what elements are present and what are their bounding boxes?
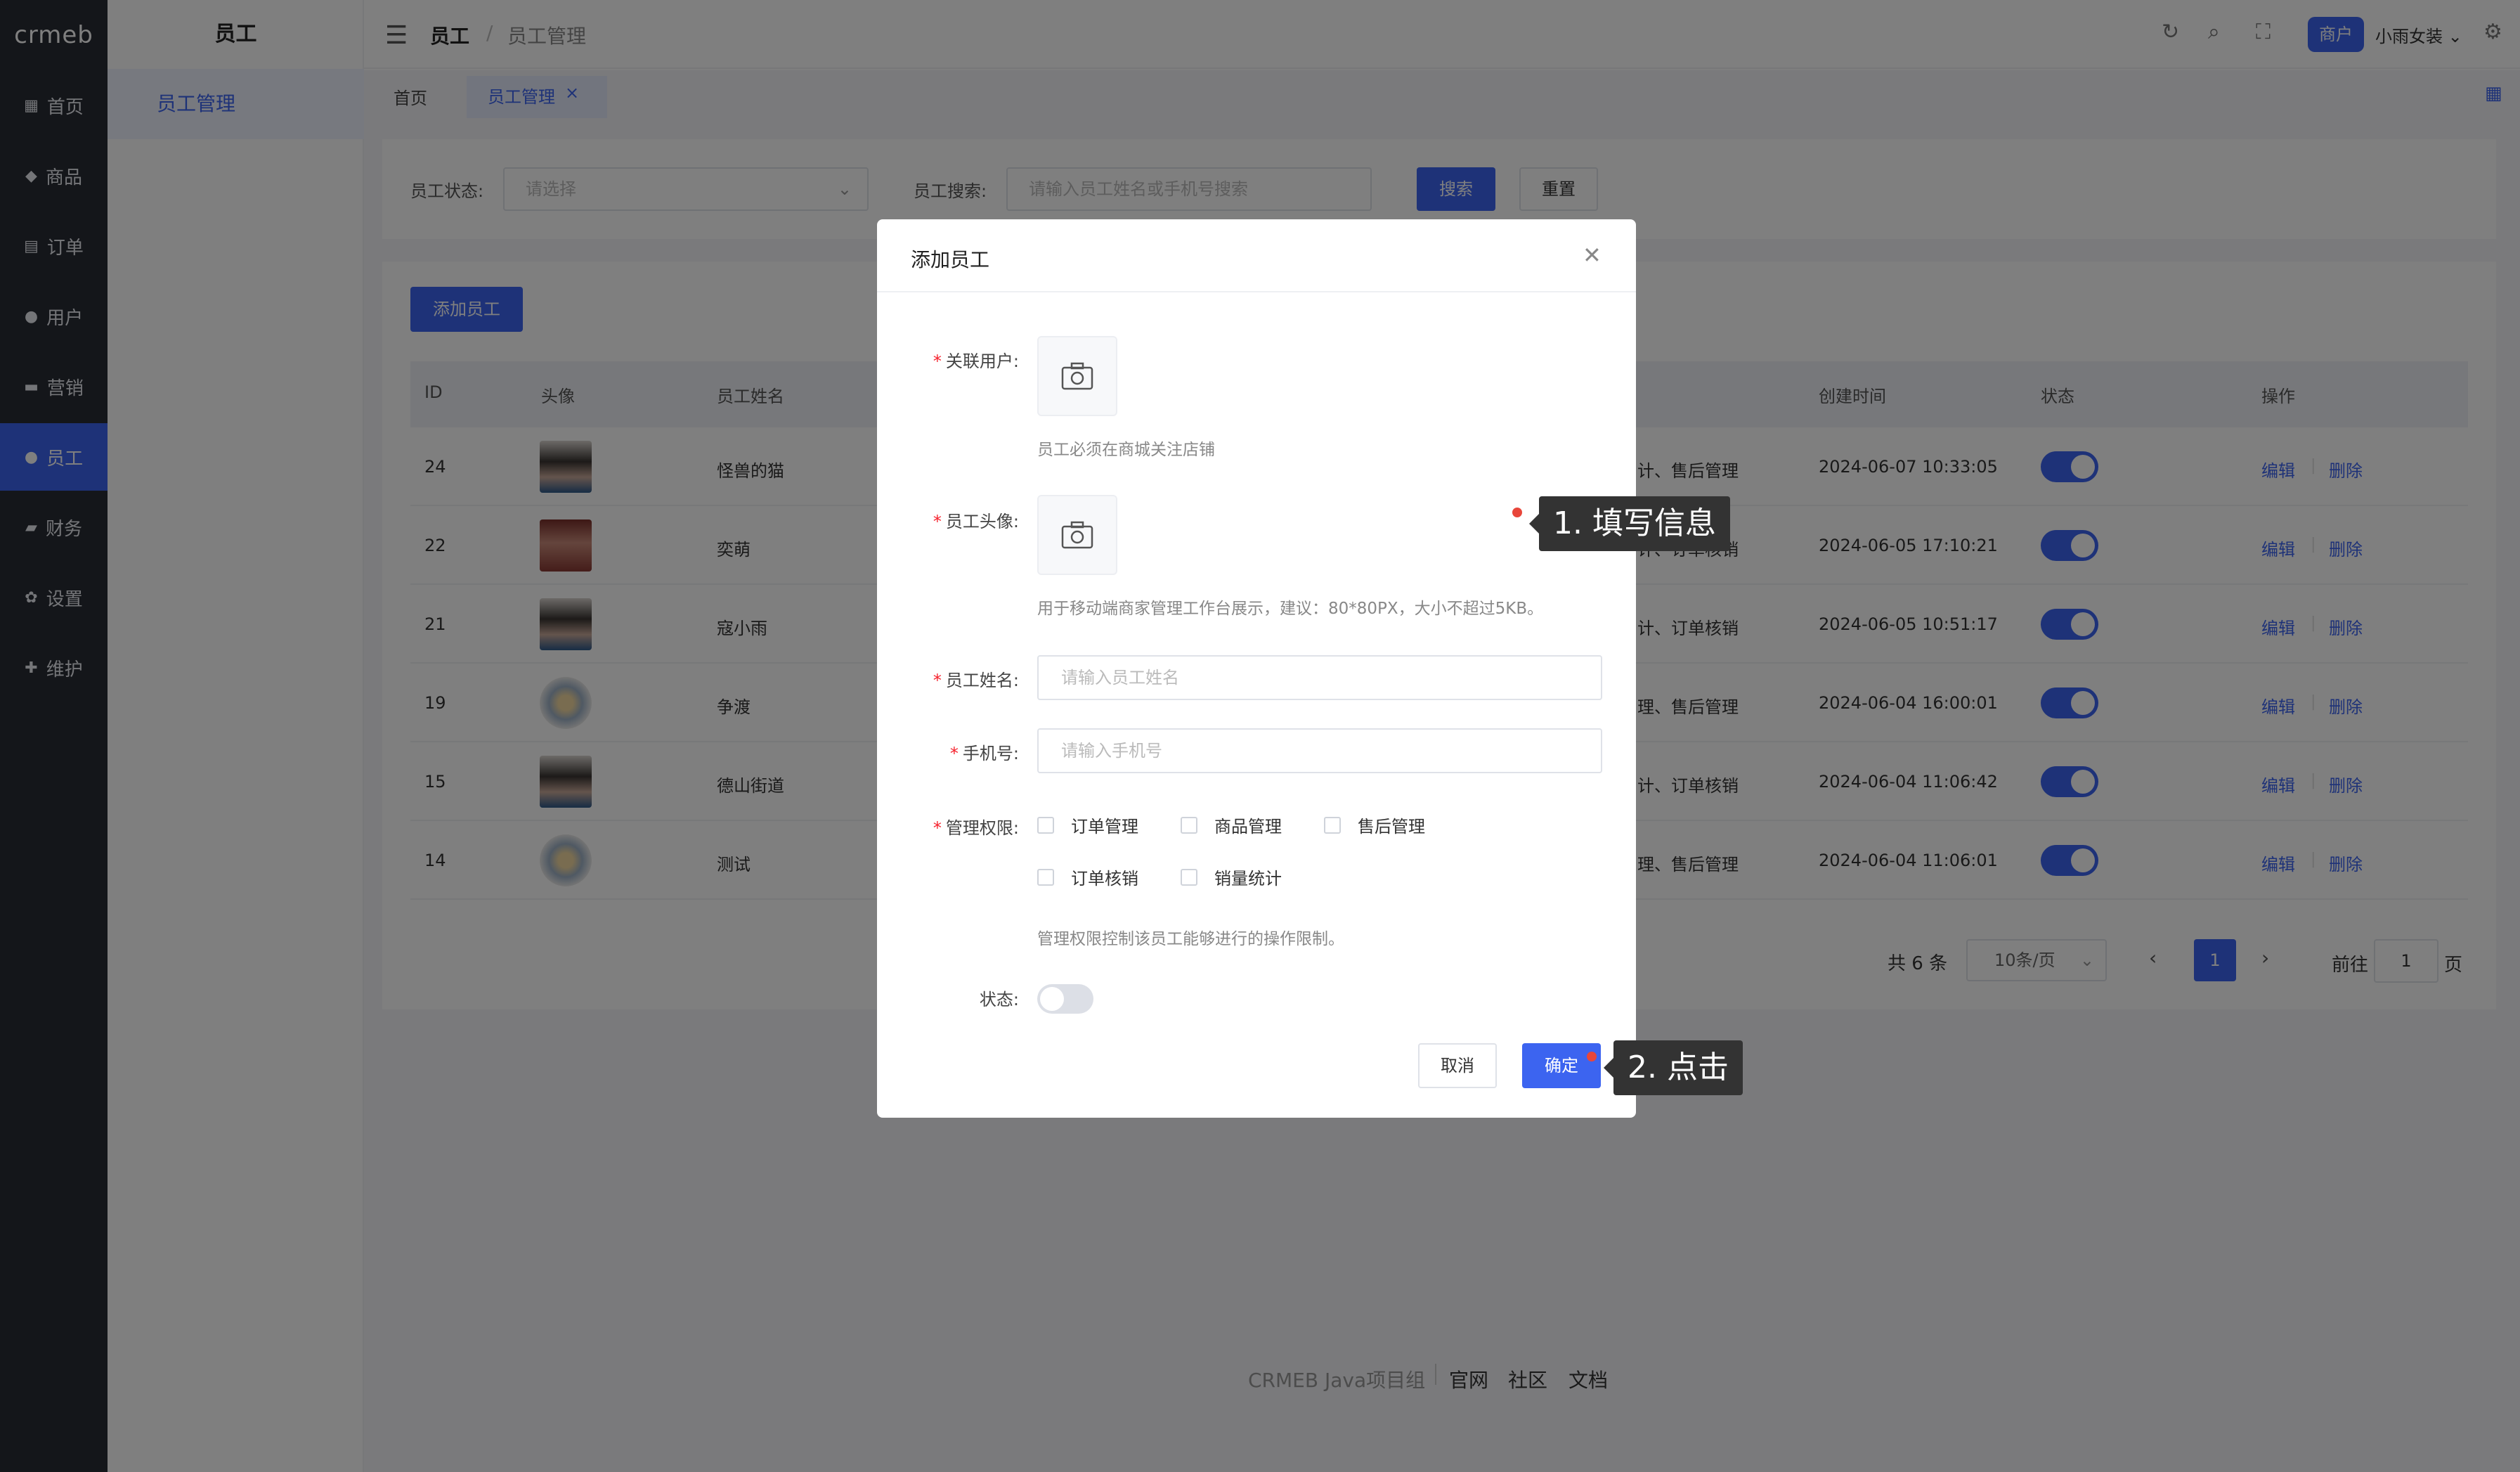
toggle-knob [1040, 987, 1064, 1011]
status-label: 状态: [979, 990, 1019, 1009]
cancel-button[interactable]: 取消 [1418, 1043, 1497, 1088]
step-marker-dot [1512, 508, 1522, 517]
step-callout-fill-info: 1. 填写信息 [1529, 496, 1730, 551]
phone-label-text: 手机号: [962, 744, 1019, 763]
confirm-button[interactable]: 确定 [1522, 1043, 1601, 1088]
checkbox-label: 商品管理 [1214, 817, 1282, 837]
dialog-divider [877, 291, 1636, 292]
perm-checkbox-order-verification[interactable]: 订单核销 [1037, 865, 1138, 889]
perm-checkbox-order-management[interactable]: 订单管理 [1037, 813, 1138, 837]
checkbox-box[interactable] [1037, 868, 1054, 886]
linked-user-hint: 员工必须在商城关注店铺 [1037, 441, 1215, 459]
perm-checkbox-product-management[interactable]: 商品管理 [1181, 813, 1282, 837]
required-mark: * [949, 744, 959, 763]
linked-user-upload[interactable] [1037, 336, 1117, 416]
phone-label: * 手机号: [878, 740, 1019, 764]
perm-checkbox-sales-statistics[interactable]: 销量统计 [1181, 865, 1282, 889]
checkbox-label: 订单管理 [1071, 817, 1138, 837]
camera-icon [1061, 521, 1093, 549]
checkbox-box[interactable] [1181, 868, 1197, 886]
permission-hint: 管理权限控制该员工能够进行的操作限制。 [1037, 930, 1344, 948]
staff-name-label-text: 员工姓名: [945, 671, 1019, 690]
required-mark: * [933, 351, 942, 371]
phone-input[interactable]: 请输入手机号 [1037, 728, 1602, 773]
status-toggle[interactable] [1037, 984, 1093, 1014]
required-mark: * [933, 512, 942, 531]
checkbox-label: 售后管理 [1358, 817, 1425, 837]
required-mark: * [933, 671, 942, 690]
staff-name-label: * 员工姓名: [878, 666, 1019, 691]
linked-user-label-text: 关联用户: [945, 351, 1019, 371]
staff-avatar-label-text: 员工头像: [945, 512, 1019, 531]
linked-user-label: * 关联用户: [878, 347, 1019, 372]
step-marker-dot [1587, 1052, 1597, 1061]
checkbox-label: 订单核销 [1071, 869, 1138, 889]
checkbox-label: 销量统计 [1214, 869, 1282, 889]
checkbox-box[interactable] [1037, 816, 1054, 834]
staff-name-input[interactable]: 请输入员工姓名 [1037, 655, 1602, 700]
staff-avatar-upload[interactable] [1037, 495, 1117, 575]
perm-checkbox-aftersales-management[interactable]: 售后管理 [1324, 813, 1425, 837]
staff-avatar-label: * 员工头像: [878, 508, 1019, 532]
close-icon[interactable]: ✕ [1583, 242, 1602, 269]
checkbox-box[interactable] [1181, 816, 1197, 834]
dialog-title: 添加员工 [911, 248, 990, 271]
permission-label-text: 管理权限: [945, 818, 1019, 838]
step-callout-click: 2. 点击 [1604, 1040, 1743, 1095]
staff-avatar-hint: 用于移动端商家管理工作台展示，建议：80*80PX，大小不超过5KB。 [1037, 600, 1544, 618]
checkbox-box[interactable] [1324, 816, 1341, 834]
permission-label: * 管理权限: [878, 814, 1019, 839]
camera-icon [1061, 362, 1093, 390]
required-mark: * [933, 818, 942, 838]
